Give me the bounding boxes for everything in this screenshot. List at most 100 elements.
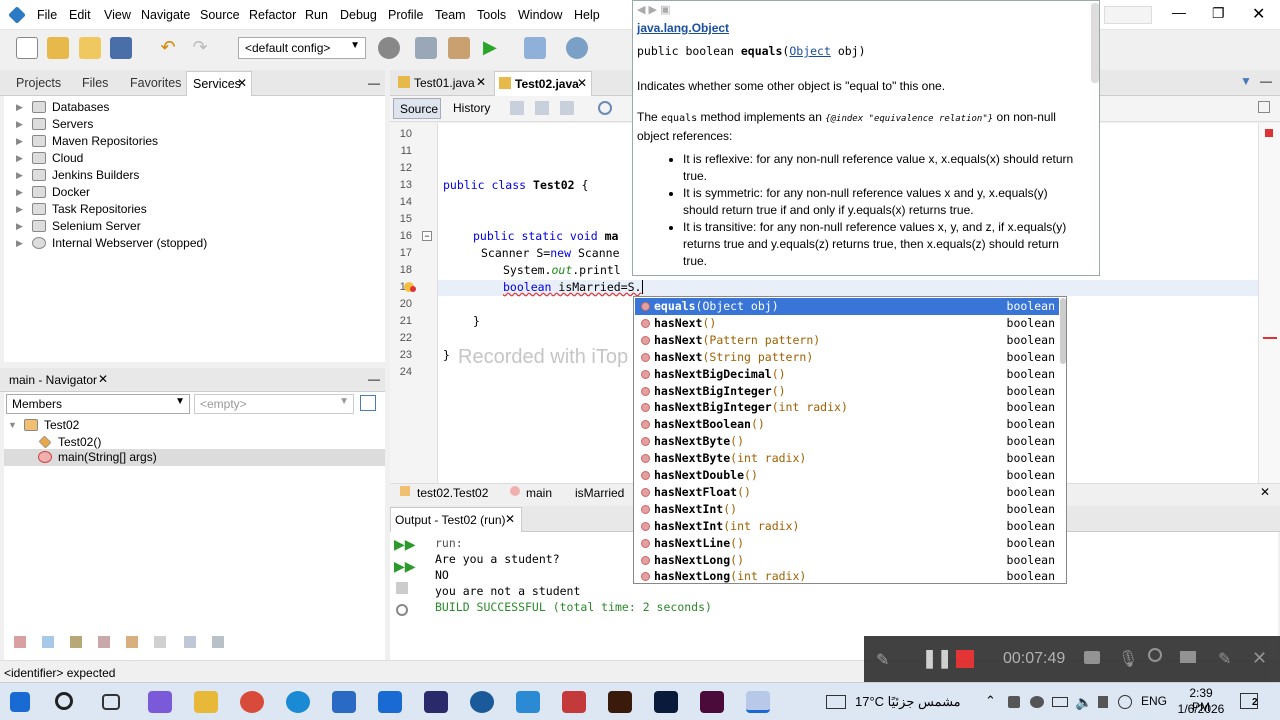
- editor-dropdown-icon[interactable]: ▼: [1240, 74, 1252, 88]
- completion-item[interactable]: hasNextBigDecimal() boolean: [635, 366, 1059, 383]
- tab-projects[interactable]: Projects: [16, 76, 61, 90]
- profile-icon[interactable]: [566, 37, 588, 59]
- menu-tools[interactable]: Tools: [477, 8, 506, 22]
- tab-favorites[interactable]: Favorites: [130, 76, 181, 90]
- sort-name-icon[interactable]: [126, 636, 138, 648]
- illustrator-icon[interactable]: [608, 691, 632, 713]
- start-icon[interactable]: [10, 692, 30, 712]
- completion-item[interactable]: hasNextByte() boolean: [635, 433, 1059, 450]
- completion-item[interactable]: hasNextLine() boolean: [635, 535, 1059, 552]
- run-icon[interactable]: ▶: [483, 37, 505, 59]
- app-icon[interactable]: [470, 691, 494, 713]
- debug-icon[interactable]: [524, 37, 546, 59]
- menu-edit[interactable]: Edit: [69, 8, 91, 22]
- task-view-icon[interactable]: [102, 694, 120, 710]
- tab-test01[interactable]: Test01.java ✕: [394, 71, 492, 96]
- completion-item[interactable]: equals(Object obj) boolean: [635, 298, 1059, 315]
- clock-date[interactable]: 1/6/2026: [1176, 702, 1226, 716]
- photoshop-icon[interactable]: [654, 691, 678, 713]
- breadcrumb-method[interactable]: main: [526, 486, 552, 500]
- speaker-icon[interactable]: 🔈: [1075, 694, 1092, 711]
- nav-main-method[interactable]: main(String[] args): [26, 450, 157, 467]
- menu-source[interactable]: Source: [200, 8, 240, 22]
- edge-icon[interactable]: [286, 691, 310, 713]
- stop-icon[interactable]: [396, 582, 408, 594]
- completion-item[interactable]: hasNextLong(int radix) boolean: [635, 568, 1059, 585]
- completion-item[interactable]: hasNextDouble() boolean: [635, 467, 1059, 484]
- recorder-app-icon[interactable]: [562, 691, 586, 713]
- tab-files[interactable]: Files: [82, 76, 108, 90]
- tree-item-selenium[interactable]: ▶ Selenium Server: [16, 219, 141, 236]
- menu-team[interactable]: Team: [435, 8, 466, 22]
- redo-icon[interactable]: ↷: [189, 37, 211, 59]
- widget-icon[interactable]: [826, 695, 846, 709]
- undo-icon[interactable]: ↶: [157, 37, 179, 59]
- forward-icon[interactable]: [560, 101, 574, 115]
- pen-icon[interactable]: ✎: [876, 650, 889, 670]
- chrome-icon[interactable]: [240, 691, 264, 713]
- source-tab[interactable]: Source: [393, 98, 441, 119]
- menu-debug[interactable]: Debug: [340, 8, 377, 22]
- pause-icon[interactable]: ❚❚: [922, 648, 952, 669]
- last-edit-icon[interactable]: [510, 101, 524, 115]
- menu-file[interactable]: File: [37, 8, 57, 22]
- split-icon[interactable]: [1258, 101, 1270, 113]
- file-explorer-icon[interactable]: [194, 691, 218, 713]
- filter-inherited-icon[interactable]: [98, 636, 110, 648]
- close-recorder-icon[interactable]: ✕: [1252, 648, 1267, 669]
- copilot-icon[interactable]: [148, 691, 172, 713]
- filter-static-icon[interactable]: [42, 636, 54, 648]
- find-icon[interactable]: [598, 101, 612, 115]
- stop-record-icon[interactable]: [956, 650, 974, 668]
- edit-icon[interactable]: ✎: [1218, 649, 1231, 669]
- mic-icon[interactable]: [1098, 696, 1108, 708]
- build-icon[interactable]: [415, 37, 437, 59]
- close-icon[interactable]: ✕: [476, 75, 486, 89]
- tree-item-servers[interactable]: ▶ Servers: [16, 117, 93, 134]
- tab-output[interactable]: Output - Test02 (run) ✕: [390, 507, 522, 532]
- completion-item[interactable]: hasNextFloat() boolean: [635, 484, 1059, 501]
- search-icon[interactable]: [55, 692, 73, 710]
- maximize-icon[interactable]: ❐: [1212, 5, 1225, 22]
- tree-item-docker[interactable]: ▶ Docker: [16, 185, 90, 202]
- close-icon[interactable]: ✕: [577, 76, 587, 90]
- completion-item[interactable]: hasNextBigInteger() boolean: [635, 383, 1059, 400]
- menu-refactor[interactable]: Refactor: [249, 8, 296, 22]
- tree-item-jenkins[interactable]: ▶ Jenkins Builders: [16, 168, 139, 185]
- zoom-app-icon[interactable]: [516, 691, 540, 713]
- back-icon[interactable]: ◀: [637, 4, 645, 16]
- language[interactable]: ENG: [1141, 694, 1167, 708]
- breadcrumb-variable[interactable]: isMarried: [575, 486, 624, 500]
- history-tab[interactable]: History: [453, 101, 490, 115]
- sort-icon[interactable]: [212, 636, 224, 648]
- completion-item[interactable]: hasNextLong() boolean: [635, 552, 1059, 569]
- close-icon[interactable]: ✕: [237, 76, 247, 90]
- search-field[interactable]: [1104, 6, 1152, 24]
- tray-chevron-icon[interactable]: ⌃: [985, 693, 996, 709]
- open-project-icon[interactable]: [79, 37, 101, 59]
- javadoc-class-link[interactable]: java.lang.Object: [637, 21, 729, 35]
- config-select[interactable]: <default config> ▼: [238, 37, 366, 59]
- menu-help[interactable]: Help: [574, 8, 600, 22]
- menu-window[interactable]: Window: [518, 8, 562, 22]
- tree-item-databases[interactable]: ▶ Databases: [16, 100, 109, 117]
- zoom-icon[interactable]: [1148, 648, 1162, 662]
- outlook-icon[interactable]: [378, 691, 402, 713]
- menu-view[interactable]: View: [104, 8, 131, 22]
- filter-nonpublic-icon[interactable]: [70, 636, 82, 648]
- camera-icon[interactable]: [1084, 651, 1100, 664]
- save-all-icon[interactable]: [110, 37, 132, 59]
- xd-icon[interactable]: [700, 691, 724, 713]
- minimize-panel-icon[interactable]: —: [1260, 74, 1272, 88]
- tray-app-icon[interactable]: [1008, 696, 1020, 708]
- tree-item-task-repositories[interactable]: ▶ Task Repositories: [16, 202, 147, 219]
- intellij-icon[interactable]: [424, 691, 448, 713]
- minimize-panel-icon[interactable]: —: [368, 372, 380, 386]
- close-icon[interactable]: ✕: [98, 372, 108, 386]
- weather[interactable]: 17°C مشمس جزئيًا: [855, 694, 961, 710]
- completion-item[interactable]: hasNext(String pattern) boolean: [635, 349, 1059, 366]
- clean-build-icon[interactable]: [448, 37, 470, 59]
- completion-item[interactable]: hasNextBigInteger(int radix) boolean: [635, 399, 1059, 416]
- filter-select[interactable]: <empty> ▼: [194, 394, 354, 414]
- fold-icon[interactable]: −: [422, 231, 432, 241]
